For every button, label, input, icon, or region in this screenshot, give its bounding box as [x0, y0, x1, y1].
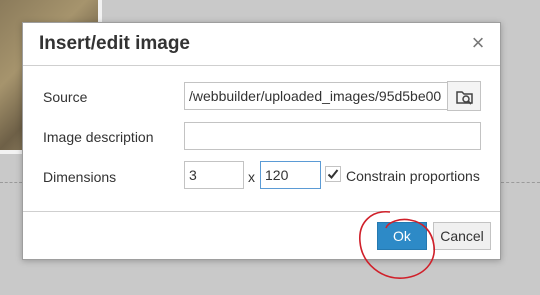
- background-divider: [501, 182, 540, 183]
- dimensions-label: Dimensions: [43, 169, 117, 185]
- close-button[interactable]: ×: [468, 32, 488, 54]
- dimension-separator: x: [248, 169, 255, 185]
- description-input[interactable]: [184, 122, 481, 150]
- description-label: Image description: [43, 129, 154, 145]
- red-circle-annotation: [359, 211, 435, 279]
- browse-button[interactable]: [447, 81, 481, 111]
- browse-folder-icon: [456, 91, 473, 105]
- width-input[interactable]: 3: [184, 161, 244, 189]
- constrain-proportions-label[interactable]: Constrain proportions: [346, 168, 480, 184]
- constrain-proportions-checkbox[interactable]: [325, 166, 341, 182]
- source-input[interactable]: /webbuilder/uploaded_images/95d5be00: [184, 82, 448, 110]
- source-label: Source: [43, 89, 88, 105]
- background-divider: [0, 182, 22, 183]
- dialog-title: Insert/edit image: [39, 33, 190, 54]
- check-icon: [327, 169, 339, 179]
- dialog-header: Insert/edit image ×: [23, 23, 500, 66]
- height-input[interactable]: 120: [260, 161, 321, 189]
